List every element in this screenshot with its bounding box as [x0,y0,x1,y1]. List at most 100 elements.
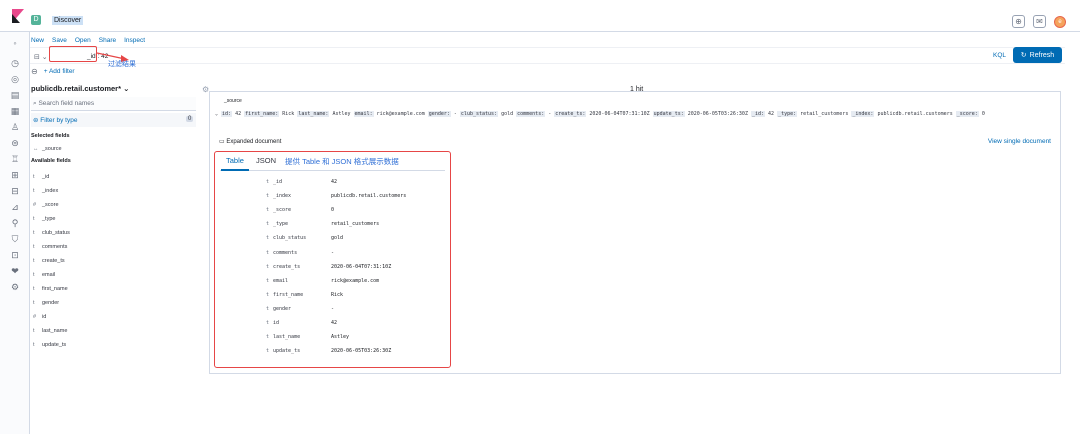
menu-save[interactable]: Save [52,37,67,44]
selected-fields-title: Selected fields [31,133,70,139]
doc-field-value: gold [331,235,344,242]
field-type-icon: t [33,286,35,292]
source-key: update_ts: [652,111,685,117]
recent-icon[interactable]: ◷ [10,58,20,68]
space-badge[interactable]: D [31,15,41,25]
source-key: id: [221,111,233,117]
doc-field-name: create_ts [273,263,301,270]
doc-field-name: _id [273,179,283,185]
field-name: _score [42,202,59,208]
table-row[interactable]: ⌄ id: 42 first_name: Rick last_name: Ast… [215,111,985,117]
dev-tools-icon[interactable]: ⊡ [10,250,20,260]
field-item[interactable]: t _id [33,174,49,180]
maps-icon[interactable]: ⊜ [10,138,20,148]
infra-icon[interactable]: ⊞ [10,170,20,180]
field-name: gender [42,300,60,306]
doc-field-value: Rick [331,291,344,298]
annotation-filter-result: 过滤结果 [108,61,136,68]
field-name: _type [42,216,56,222]
field-name: email [42,272,56,278]
kibana-logo-icon[interactable] [12,9,24,23]
field-name: club_status [42,230,70,236]
siem-icon[interactable]: ⛉ [10,234,20,244]
filter-type-icon: ⊜ [33,117,39,124]
menu-share[interactable]: Share [99,37,116,44]
field-type-icon: t [33,300,35,306]
help-icon[interactable]: ⊕ [1012,15,1025,28]
field-search-input[interactable]: ⌕ Search field names [31,97,196,111]
source-value: Rick [282,111,295,117]
dashboard-icon[interactable]: ▦ [10,106,20,116]
uptime-icon[interactable]: ⚲ [10,218,20,228]
source-value: gold [501,111,514,117]
refresh-button[interactable]: ↻ Refresh [1013,47,1062,63]
refresh-icon: ↻ [1020,52,1027,59]
refresh-label: Refresh [1029,51,1055,59]
field-item[interactable]: t last_name [33,328,67,334]
doc-field-name: id [273,320,280,326]
kql-toggle[interactable]: KQL [993,52,1006,59]
available-fields-title: Available fields [31,158,71,164]
source-value: - [453,111,457,117]
field-name: last_name [42,328,68,334]
visualize-icon[interactable]: ▤ [10,90,20,100]
menu-new[interactable]: New [31,37,44,44]
saved-query-icon[interactable]: ⊟ ⌄ [34,53,48,61]
doc-field-name: club_status [273,235,307,242]
index-pattern-selector[interactable]: publicdb.retail.customer* ⌄ [31,84,129,93]
top-menu: New Save Open Share Inspect [31,37,145,44]
doc-field-name: _score [273,207,292,214]
filter-by-type-label: Filter by type [40,117,78,124]
field-item[interactable]: t update_ts [33,342,66,348]
mail-icon[interactable]: ✉ [1033,15,1046,28]
field-type-icon: t [266,179,270,185]
field-item[interactable]: t club_status [33,230,70,236]
source-value: Astley [332,111,351,117]
field-item[interactable]: t _index [33,188,58,194]
field-item[interactable]: # id [33,314,46,320]
tab-table[interactable]: Table [226,156,244,165]
source-value: - [548,111,552,117]
field-item[interactable]: t comments [33,244,67,250]
menu-inspect[interactable]: Inspect [124,37,145,44]
field-type-icon: t [266,305,270,312]
management-icon[interactable]: ⚙ [10,282,20,292]
canvas-icon[interactable]: ♙ [10,122,20,132]
top-bar: D Discover ⊕ ✉ e [0,0,1080,32]
discover-icon[interactable]: ◎ [10,74,20,84]
source-value: 2020-06-04T07:31:10Z [589,111,650,117]
field-item[interactable]: t create_ts [33,258,65,264]
field-type-icon: t [33,216,35,222]
filter-by-type-button[interactable]: ⊜ Filter by type [31,113,196,127]
stack-monitoring-icon[interactable]: ❤ [10,266,20,276]
source-key: first_name: [244,111,280,117]
field-name: create_ts [42,258,65,264]
source-value: 2020-06-05T03:26:30Z [687,111,748,117]
field-item[interactable]: t email [33,272,55,278]
doc-field-value: rick@example.com [331,277,380,284]
menu-open[interactable]: Open [75,37,91,44]
doc-field-value: retail_customers [331,221,380,228]
field-item[interactable]: t gender [33,300,59,306]
field-item[interactable]: t first_name [33,286,68,292]
apm-icon[interactable]: ⊿ [10,202,20,212]
field-name: _source [42,146,62,152]
field-item[interactable]: ↔ _source [33,146,62,152]
view-single-document-link[interactable]: View single document [988,138,1051,145]
field-item[interactable]: t _type [33,216,55,222]
field-search-placeholder: Search field names [38,100,95,107]
field-type-icon: t [266,320,270,326]
filter-row: ⊖ + Add filter [31,67,75,76]
collapse-icon[interactable]: ◦ [10,38,20,48]
tab-json[interactable]: JSON [256,156,276,165]
filter-options-icon[interactable]: ⊖ [31,67,38,76]
logs-icon[interactable]: ⊟ [10,186,20,196]
avatar[interactable]: e [1054,15,1066,28]
document-panel: _source ⌄ id: 42 first_name: Rick last_n… [209,91,1061,374]
field-item[interactable]: # _score [33,202,59,208]
add-filter-link[interactable]: + Add filter [44,68,75,75]
search-icon: ⌕ [33,100,37,107]
source-value: 42 [768,111,775,117]
ml-icon[interactable]: ♖ [10,154,20,164]
collapse-row-icon[interactable]: ⌄ [215,111,218,117]
